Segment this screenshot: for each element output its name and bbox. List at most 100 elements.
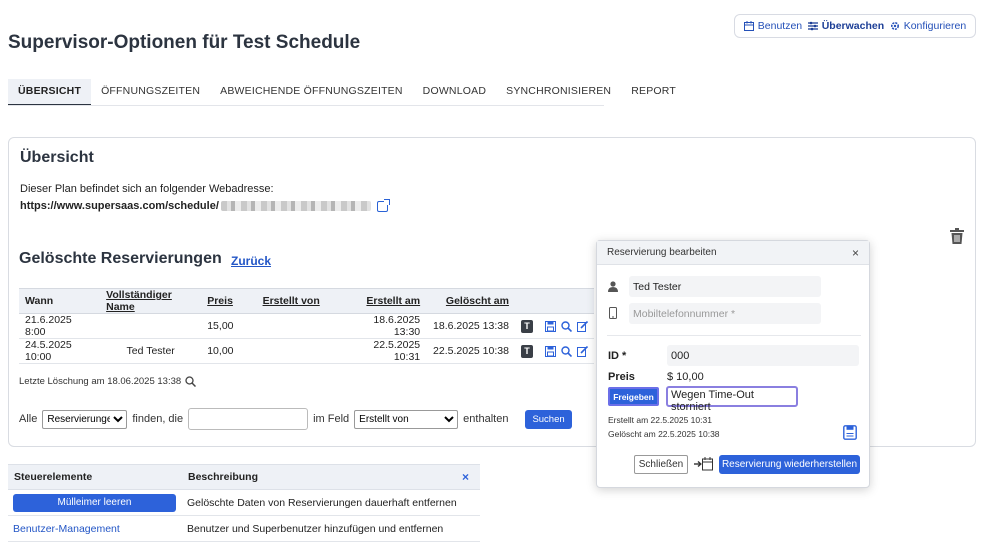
close-button[interactable]: Schließen <box>634 455 688 474</box>
gear-icon <box>890 21 899 31</box>
deleted-reservations-title: Gelöschte Reservierungen <box>19 250 222 267</box>
col-created-by-label[interactable]: Erstellt von <box>263 295 320 307</box>
search-prefix: Alle <box>19 413 38 425</box>
deleted-info: Gelöscht am 22.5.2025 10:38 <box>608 429 720 439</box>
search-icon[interactable] <box>185 376 197 387</box>
empty-trash-button[interactable]: Mülleimer leeren <box>13 493 176 512</box>
cell-name <box>100 313 202 339</box>
cell-price: 10,00 <box>201 338 257 364</box>
edit-reservation-dialog: Reservierung bearbeiten × Ted Tester Mob… <box>596 240 870 488</box>
edit-icon[interactable] <box>577 345 588 357</box>
cell-created-by <box>256 313 342 339</box>
col-deleted-at-label[interactable]: Gelöscht am <box>446 295 509 307</box>
cell-description: Benutzer und Superbenutzer hinzufügen un… <box>182 515 480 542</box>
nav-configure[interactable]: Konfigurieren <box>890 20 966 32</box>
search-icon[interactable] <box>561 320 572 332</box>
col-created-by[interactable]: Erstellt von <box>256 288 342 314</box>
deleted-reservations-table: Wann Vollständiger Name Preis Erstellt v… <box>19 288 594 364</box>
cell-when: 21.6.2025 8:00 <box>19 313 101 339</box>
type-badge: T <box>520 319 533 333</box>
cell-deleted-at: 22.5.2025 10:38 <box>426 338 515 364</box>
overview-intro: Dieser Plan befindet sich an folgender W… <box>20 183 274 195</box>
id-field[interactable]: 000 <box>667 345 859 366</box>
close-icon[interactable]: × <box>852 246 859 260</box>
user-icon <box>608 281 618 292</box>
field-select[interactable]: Erstellt von <box>354 409 459 429</box>
tab-synchronize[interactable]: SYNCHRONISIEREN <box>496 79 621 106</box>
external-link-icon[interactable] <box>376 198 390 212</box>
calendar-icon <box>743 21 754 31</box>
schedule-url-text[interactable]: https://www.supersaas.com/schedule/ <box>20 200 219 212</box>
col-created-at-label[interactable]: Erstellt am <box>366 295 420 307</box>
cell-when: 24.5.2025 10:00 <box>19 338 101 364</box>
phone-field[interactable]: Mobiltelefonnummer * <box>629 303 821 324</box>
cell-actions <box>539 313 594 339</box>
col-price[interactable]: Preis <box>201 288 257 314</box>
nav-use-label: Benutzen <box>757 20 803 32</box>
save-icon[interactable] <box>545 320 556 332</box>
nav-supervise-label: Überwachen <box>821 20 885 32</box>
cell-description: Gelöschte Daten von Reservierungen dauer… <box>182 489 480 516</box>
save-icon[interactable] <box>843 425 857 440</box>
sliders-icon <box>807 21 818 31</box>
search-icon[interactable] <box>561 345 572 357</box>
divider <box>607 335 861 336</box>
last-deletion: Letzte Löschung am 18.06.2025 13:38 <box>19 376 197 387</box>
tab-report[interactable]: REPORT <box>621 79 686 106</box>
type-badge: T <box>520 344 533 358</box>
move-to-calendar-icon[interactable] <box>694 457 713 471</box>
col-full-name-label[interactable]: Vollständiger Name <box>106 289 172 313</box>
tab-overview[interactable]: ÜBERSICHT <box>8 79 92 106</box>
created-info: Erstellt am 22.5.2025 10:31 <box>608 415 712 425</box>
col-full-name[interactable]: Vollständiger Name <box>100 288 202 314</box>
nav-configure-label: Konfigurieren <box>903 20 967 32</box>
tab-opening-hours[interactable]: ÖFFNUNGSZEITEN <box>91 79 210 106</box>
last-deletion-text: Letzte Löschung am 18.06.2025 13:38 <box>19 376 182 387</box>
table-row: Benutzer-Management Benutzer und Superbe… <box>8 515 480 542</box>
cell-badge: T <box>514 338 539 364</box>
nav-supervise[interactable]: Überwachen <box>807 20 885 32</box>
col-badge <box>514 288 539 314</box>
release-button[interactable]: Freigeben <box>608 387 659 406</box>
dialog-header: Reservierung bearbeiten × <box>597 241 869 265</box>
status-field[interactable]: Wegen Time-Out storniert <box>666 386 798 413</box>
controls-table: Steuerelemente Beschreibung × Mülleimer … <box>8 464 480 542</box>
search-button[interactable]: Suchen <box>525 409 572 429</box>
save-icon[interactable] <box>545 345 556 357</box>
nav-use[interactable]: Benutzen <box>743 20 803 32</box>
table-row: 21.6.2025 8:00 15,00 18.6.2025 13:30 18.… <box>19 313 594 339</box>
schedule-url: https://www.supersaas.com/schedule/ <box>20 198 390 212</box>
back-link[interactable]: Zurück <box>231 254 271 268</box>
col-controls: Steuerelemente <box>8 464 182 490</box>
search-input[interactable] <box>188 408 309 430</box>
col-price-label[interactable]: Preis <box>207 295 233 307</box>
cell-control: Mülleimer leeren <box>8 489 182 516</box>
cell-created-by <box>256 338 342 364</box>
restore-reservation-button[interactable]: Reservierung wiederherstellen <box>719 455 860 474</box>
trash-icon[interactable] <box>950 228 964 244</box>
table-row: Mülleimer leeren Gelöschte Daten von Res… <box>8 489 480 516</box>
col-created-at[interactable]: Erstellt am <box>341 288 427 314</box>
close-icon[interactable]: × <box>456 464 480 490</box>
cell-price: 15,00 <box>201 313 257 339</box>
col-deleted-at[interactable]: Gelöscht am <box>426 288 515 314</box>
tab-download[interactable]: DOWNLOAD <box>413 79 496 106</box>
id-label: ID * <box>608 350 627 362</box>
scope-select[interactable]: Reservierungen <box>42 409 128 429</box>
col-actions <box>539 288 594 314</box>
user-management-link[interactable]: Benutzer-Management <box>13 523 120 535</box>
cell-created-at: 22.5.2025 10:31 <box>341 338 427 364</box>
tab-exception-hours[interactable]: ABWEICHENDE ÖFFNUNGSZEITEN <box>210 79 413 106</box>
name-field[interactable]: Ted Tester <box>629 276 821 297</box>
page-title: Supervisor-Optionen für Test Schedule <box>8 32 361 53</box>
search-middle: finden, die <box>132 413 184 425</box>
overview-title: Übersicht <box>20 149 94 166</box>
price-label: Preis <box>608 371 635 383</box>
tab-divider <box>8 105 604 106</box>
cell-created-at: 18.6.2025 13:30 <box>341 313 427 339</box>
col-when[interactable]: Wann <box>19 288 101 314</box>
blurred-url-segment <box>220 201 371 211</box>
edit-icon[interactable] <box>577 320 588 332</box>
cell-badge: T <box>514 313 539 339</box>
cell-actions <box>539 338 594 364</box>
